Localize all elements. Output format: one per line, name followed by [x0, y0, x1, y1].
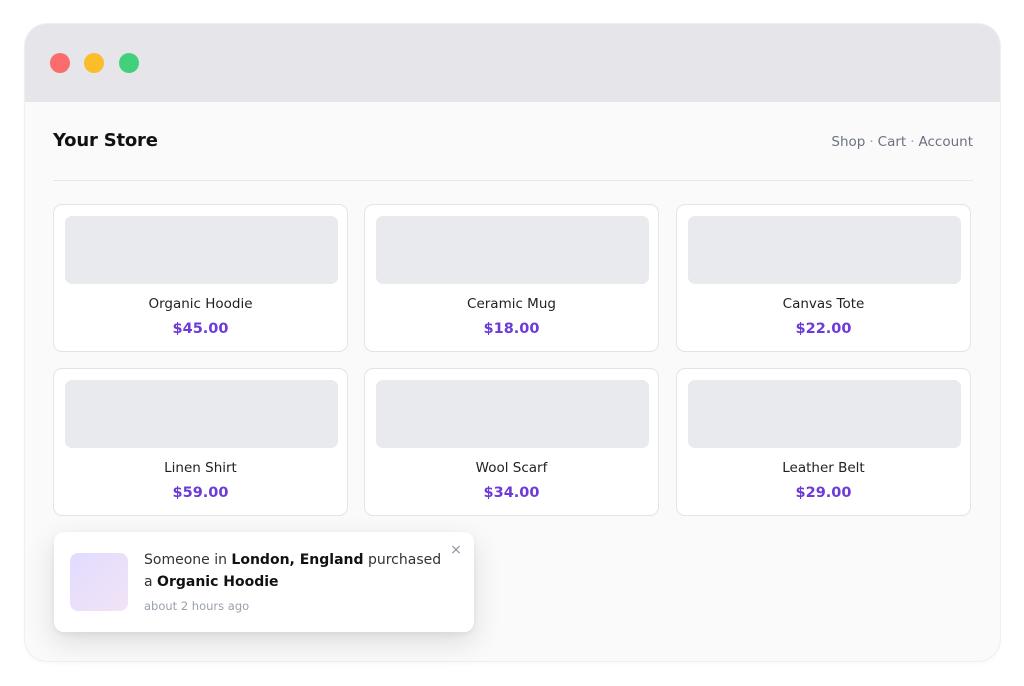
product-image-placeholder — [376, 216, 649, 284]
notification-article: a — [144, 574, 153, 590]
nav-link-cart[interactable]: Cart — [878, 134, 907, 150]
window-titlebar — [25, 24, 1000, 102]
product-price: $18.00 — [483, 321, 540, 337]
product-card[interactable]: Wool Scarf $34.00 — [364, 368, 659, 516]
store-title: Your Store — [53, 130, 158, 151]
product-card[interactable]: Ceramic Mug $18.00 — [364, 204, 659, 352]
product-name: Canvas Tote — [782, 296, 865, 312]
nav-separator: · — [869, 134, 874, 150]
nav-link-account[interactable]: Account — [918, 134, 973, 150]
product-image-placeholder — [688, 380, 961, 448]
minimize-window-button[interactable] — [84, 53, 104, 73]
product-image-placeholder — [688, 216, 961, 284]
notification-prefix: Someone in — [144, 552, 227, 568]
product-price: $59.00 — [172, 485, 229, 501]
product-name: Wool Scarf — [475, 460, 548, 476]
nav-separator: · — [910, 134, 915, 150]
nav-link-shop[interactable]: Shop — [831, 134, 865, 150]
product-price: $22.00 — [795, 321, 852, 337]
notification-verb: purchased — [367, 552, 442, 568]
notification-message: Someone in London, England purchased a Or… — [144, 549, 444, 593]
product-price: $45.00 — [172, 321, 229, 337]
top-nav: Shop · Cart · Account — [831, 134, 973, 150]
close-icon[interactable]: × — [448, 542, 464, 558]
product-image-placeholder — [65, 216, 338, 284]
maximize-window-button[interactable] — [119, 53, 139, 73]
purchase-notification[interactable]: Someone in London, England purchased a Or… — [54, 532, 474, 632]
product-card[interactable]: Leather Belt $29.00 — [676, 368, 971, 516]
product-card[interactable]: Canvas Tote $22.00 — [676, 204, 971, 352]
product-name: Organic Hoodie — [148, 296, 253, 312]
header-divider — [53, 180, 973, 181]
product-card[interactable]: Linen Shirt $59.00 — [53, 368, 348, 516]
product-name: Leather Belt — [782, 460, 865, 476]
close-window-button[interactable] — [50, 53, 70, 73]
product-image-placeholder — [65, 380, 338, 448]
product-price: $34.00 — [483, 485, 540, 501]
notification-product: Organic Hoodie — [157, 574, 279, 590]
product-image-placeholder — [376, 380, 649, 448]
notification-location: London, England — [231, 552, 364, 568]
product-card[interactable]: Organic Hoodie $45.00 — [53, 204, 348, 352]
notification-product-image — [70, 553, 128, 611]
product-name: Linen Shirt — [164, 460, 237, 476]
notification-timestamp: about 2 hours ago — [144, 599, 250, 613]
product-price: $29.00 — [795, 485, 852, 501]
product-name: Ceramic Mug — [467, 296, 556, 312]
